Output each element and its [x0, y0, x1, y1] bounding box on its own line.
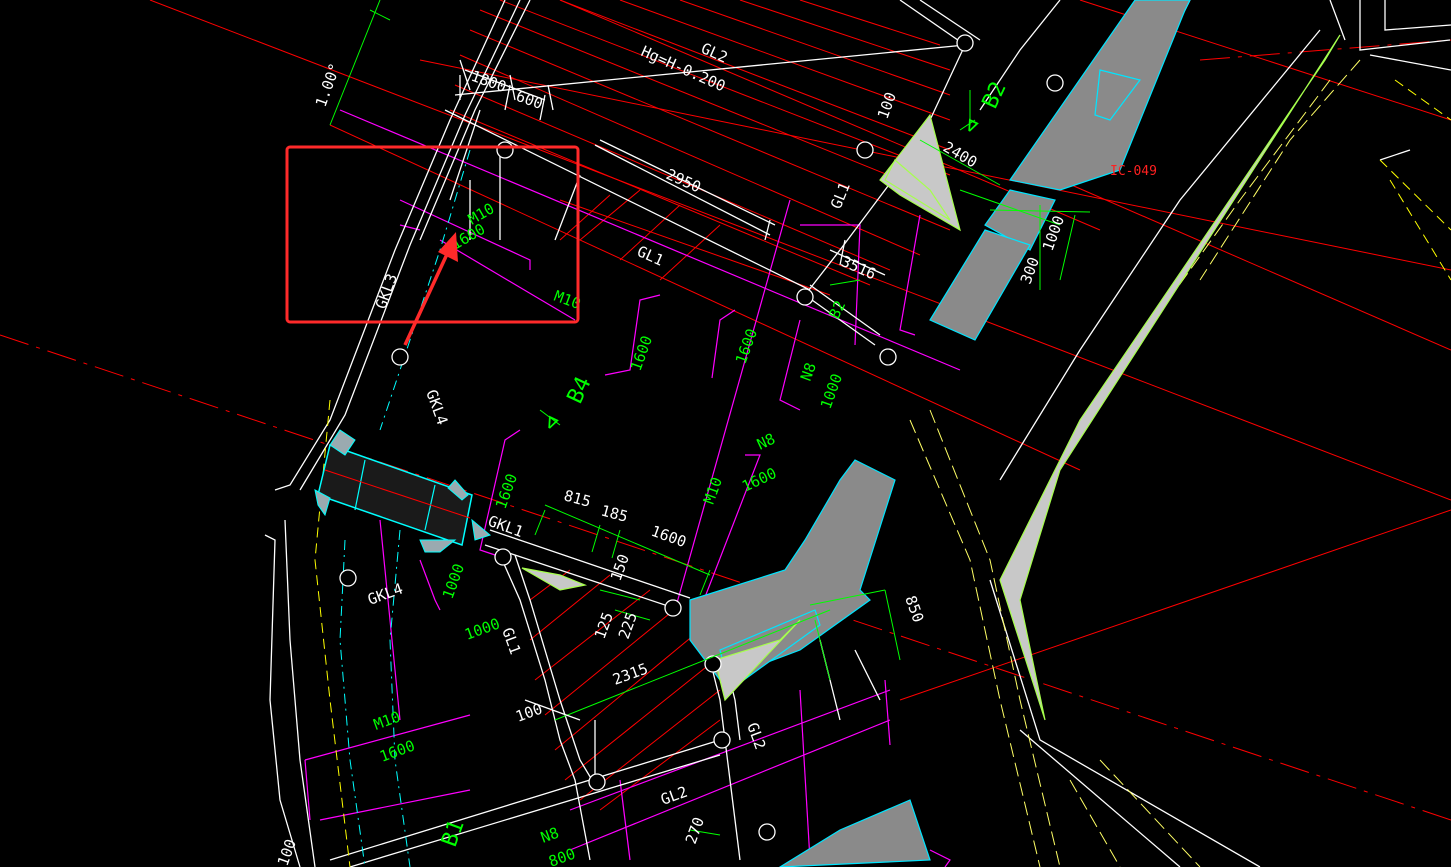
beam-label-gl1-bottom: GL1	[498, 625, 524, 657]
annotation-overlay	[285, 145, 580, 346]
rebar-1000-a: 1000	[817, 371, 846, 411]
slab-label-b4: B4	[563, 373, 597, 408]
rebar-m10-mid: M10	[700, 475, 726, 507]
rebar-1600-c: 1600	[739, 464, 779, 496]
dim-815: 815	[562, 486, 593, 510]
dim-150: 150	[607, 552, 633, 584]
rebar-n8-bottom: N8	[538, 824, 561, 847]
dim-100-bottom-left: 100	[274, 837, 300, 867]
beam-label-gl2-right: GL2	[743, 720, 769, 752]
beam-label-gkl1: GKL1	[486, 512, 526, 541]
annotation-arrow-head	[438, 232, 458, 262]
beam-section-detail	[314, 429, 492, 553]
dim-270: 270	[682, 815, 708, 847]
rebar-1600-e: 1600	[377, 736, 417, 765]
rebar-1000-b: 1000	[439, 561, 468, 601]
rebar-1600-b: 1600	[732, 326, 761, 366]
slab-label-b1-bottom: B1	[437, 817, 470, 850]
dim-1600-mid: 1600	[649, 522, 689, 551]
rebar-m10-bottom: M10	[371, 708, 403, 734]
rebar-n8-b: N8	[754, 430, 778, 454]
beam-outlines	[264, 0, 1451, 867]
rebar-800-bottom: 800	[546, 845, 578, 867]
rebar-1000-c: 1000	[462, 614, 502, 643]
beam-label-group: GL2 Hg=H-0.200 GL1 GL1 GKL3 GKL4 GKL1 GK…	[365, 39, 854, 809]
tag-ic-049: IC-049	[1110, 164, 1157, 179]
dim-850: 850	[901, 593, 927, 625]
dim-2400: 2400	[940, 138, 980, 172]
dim-185: 185	[599, 501, 630, 525]
dim-100-top: 100	[874, 90, 900, 122]
beam-label-gl1-right: GL1	[827, 180, 854, 212]
rebar-1600-a: 1600	[627, 333, 656, 373]
annotation-arrow-shaft	[403, 251, 450, 346]
dim-600: 600	[514, 87, 546, 113]
dim-125: 125	[591, 610, 617, 642]
rebar-n8-a: N8	[797, 360, 820, 383]
concrete-walls	[521, 0, 1341, 867]
dim-100-left: 100	[513, 700, 545, 726]
cad-drawing-canvas[interactable]: GL2 Hg=H-0.200 GL1 GL1 GKL3 GKL4 GKL1 GK…	[0, 0, 1451, 867]
dim-2950: 2950	[663, 165, 703, 196]
beam-label-gkl3: GKL3	[372, 271, 401, 311]
b4-arrow-glyph: ⊲	[538, 412, 566, 435]
beam-label-gl1-mid: GL1	[634, 242, 666, 269]
beam-label-gl2-bottom: GL2	[658, 783, 690, 809]
beam-label-gkl4-top: GKL4	[422, 387, 451, 427]
cad-drawing[interactable]: GL2 Hg=H-0.200 GL1 GL1 GKL3 GKL4 GKL1 GK…	[0, 0, 1451, 867]
slab-label-b2-mid: B2	[825, 298, 849, 322]
beam-label-gl2-top: GL2	[698, 39, 730, 66]
dim-3516: 3516	[838, 252, 878, 283]
beam-label-gkl4-left: GKL4	[365, 579, 405, 608]
b2-arrow-glyph: ⊲	[958, 115, 986, 138]
slab-label-b2-top: B2	[978, 78, 1012, 113]
